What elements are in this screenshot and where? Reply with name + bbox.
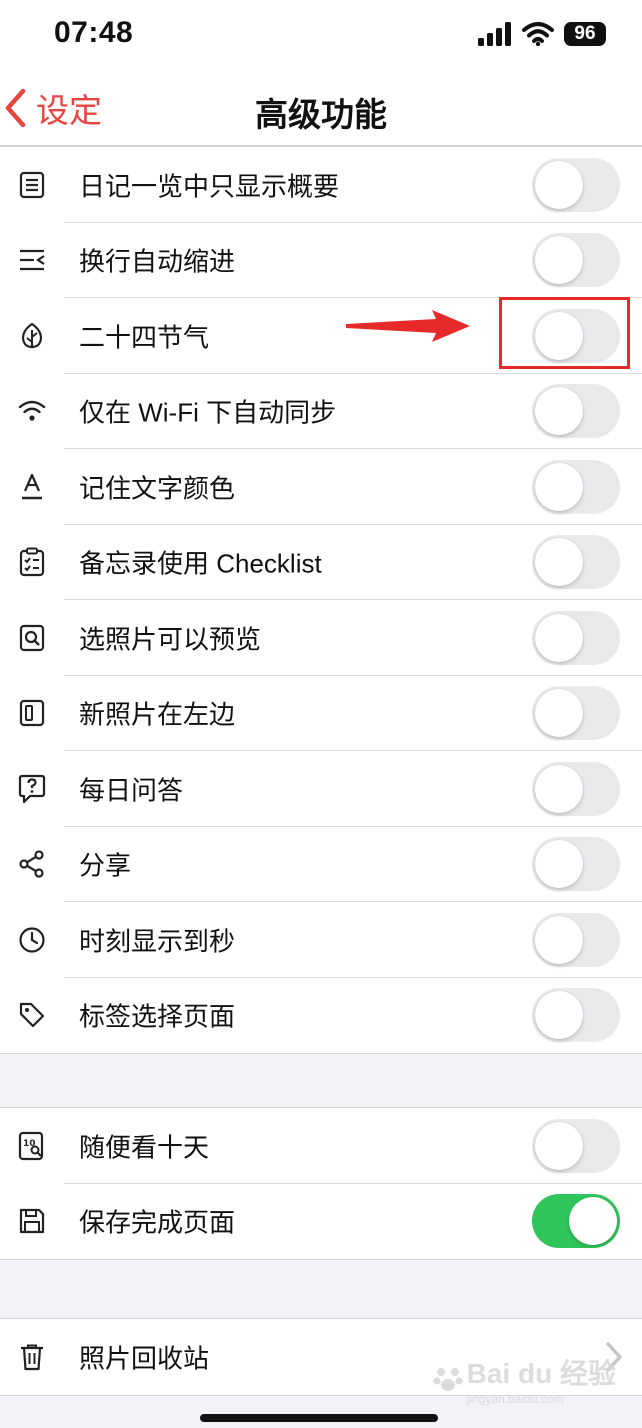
toggle-photo-preview[interactable] <box>532 610 620 665</box>
status-icons: 96 <box>478 20 606 48</box>
setting-label: 时刻显示到秒 <box>79 926 236 957</box>
toggle-summary-only[interactable] <box>532 157 620 212</box>
setting-label: 分享 <box>79 850 132 881</box>
setting-row-save-page: 保存完成页面 <box>0 1184 642 1260</box>
status-bar: 07:48 96 <box>0 0 642 70</box>
setting-row-solar-terms: 二十四节气 <box>0 298 642 374</box>
toggle-knob <box>569 1197 617 1246</box>
setting-label: 日记一览中只显示概要 <box>79 171 340 202</box>
setting-row-tag-page: 标签选择页面 <box>0 978 642 1054</box>
clock-icon <box>16 924 48 956</box>
page-title: 高级功能 <box>255 96 387 133</box>
chevron-right-icon <box>604 1341 624 1373</box>
settings-group-trash: 照片回收站 <box>0 1318 642 1396</box>
setting-row-text-color: 记住文字颜色 <box>0 449 642 525</box>
share-icon <box>16 848 48 880</box>
leaf-icon <box>16 320 48 352</box>
checklist-icon <box>16 546 48 578</box>
toggle-knob <box>535 613 583 662</box>
status-time: 07:48 <box>54 16 134 49</box>
toggle-save-page[interactable] <box>532 1194 620 1249</box>
setting-row-wifi-sync: 仅在 Wi-Fi 下自动同步 <box>0 374 642 449</box>
setting-row-photo-trash[interactable]: 照片回收站 <box>0 1319 642 1395</box>
settings-group-main: 日记一览中只显示概要 换行自动缩进 二十四节气 仅在 Wi-Fi 下自动同步 记… <box>0 146 642 1054</box>
toggle-daily-qa[interactable] <box>532 761 620 816</box>
setting-row-auto-indent: 换行自动缩进 <box>0 223 642 298</box>
question-bubble-icon <box>16 773 48 805</box>
indent-icon <box>16 244 48 276</box>
setting-row-summary-only: 日记一览中只显示概要 <box>0 147 642 223</box>
toggle-photo-left[interactable] <box>532 686 620 741</box>
toggle-auto-indent[interactable] <box>532 233 620 288</box>
setting-label: 保存完成页面 <box>79 1207 236 1238</box>
setting-label: 随便看十天 <box>79 1132 210 1163</box>
toggle-tag-page[interactable] <box>532 988 620 1043</box>
cellular-signal-icon <box>478 22 512 46</box>
list-document-icon <box>16 169 48 201</box>
ten-days-icon: 10 <box>16 1130 48 1162</box>
tag-icon <box>16 999 48 1031</box>
wifi-icon <box>16 395 48 427</box>
setting-row-ten-days: 10 随便看十天 <box>0 1108 642 1184</box>
wifi-status-icon <box>522 22 554 46</box>
toggle-knob <box>535 462 583 511</box>
trash-icon <box>16 1341 48 1373</box>
setting-label: 标签选择页面 <box>79 1001 236 1032</box>
setting-label: 记住文字颜色 <box>79 473 236 504</box>
setting-row-share: 分享 <box>0 827 642 902</box>
setting-label: 换行自动缩进 <box>79 246 236 277</box>
navigation-bar: 设定 高级功能 <box>0 70 642 146</box>
toggle-knob <box>535 160 583 209</box>
toggle-knob <box>535 311 583 360</box>
setting-row-daily-qa: 每日问答 <box>0 751 642 827</box>
toggle-knob <box>535 764 583 813</box>
toggle-knob <box>535 1121 583 1170</box>
toggle-share[interactable] <box>532 837 620 892</box>
setting-row-checklist: 备忘录使用 Checklist <box>0 525 642 600</box>
home-indicator <box>200 1414 438 1422</box>
toggle-show-seconds[interactable] <box>532 912 620 967</box>
setting-row-photo-left: 新照片在左边 <box>0 676 642 751</box>
toggle-wifi-sync[interactable] <box>532 384 620 439</box>
toggle-ten-days[interactable] <box>532 1118 620 1173</box>
toggle-knob <box>535 915 583 964</box>
toggle-checklist[interactable] <box>532 535 620 590</box>
toggle-knob <box>535 840 583 889</box>
settings-group-secondary: 10 随便看十天 保存完成页面 <box>0 1107 642 1260</box>
setting-label: 照片回收站 <box>79 1343 210 1374</box>
toggle-knob <box>535 689 583 738</box>
photo-left-icon <box>16 697 48 729</box>
setting-label: 二十四节气 <box>79 322 210 353</box>
setting-label: 选照片可以预览 <box>79 624 262 655</box>
setting-row-photo-preview: 选照片可以预览 <box>0 600 642 676</box>
setting-label: 备忘录使用 Checklist <box>79 548 322 579</box>
photo-preview-icon <box>16 622 48 654</box>
toggle-knob <box>535 991 583 1040</box>
save-icon <box>16 1205 48 1237</box>
battery-indicator: 96 <box>564 22 606 46</box>
toggle-knob <box>535 236 583 285</box>
text-color-icon <box>16 471 48 503</box>
toggle-solar-terms[interactable] <box>532 308 620 363</box>
setting-label: 每日问答 <box>79 775 184 806</box>
toggle-text-color[interactable] <box>532 459 620 514</box>
toggle-knob <box>535 538 583 587</box>
setting-row-show-seconds: 时刻显示到秒 <box>0 902 642 978</box>
setting-label: 新照片在左边 <box>79 699 236 730</box>
setting-label: 仅在 Wi-Fi 下自动同步 <box>79 397 337 428</box>
toggle-knob <box>535 387 583 436</box>
